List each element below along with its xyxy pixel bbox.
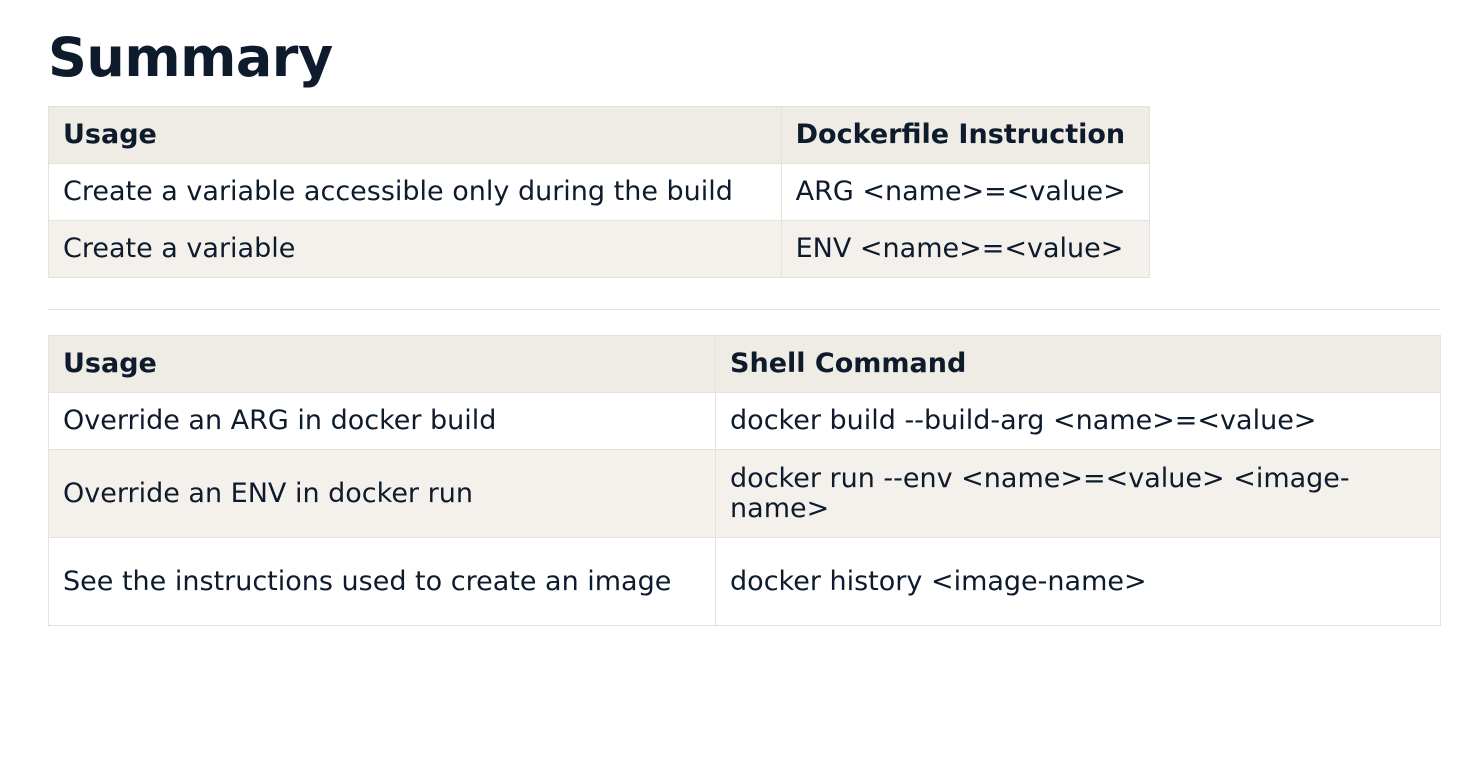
usage-cell: Override an ENV in docker run (47, 449, 717, 538)
table-row: See the instructions used to create an i… (47, 537, 1441, 626)
usage-cell: See the instructions used to create an i… (47, 537, 717, 626)
table-row: Override an ENV in docker run docker run… (47, 449, 1441, 538)
usage-cell: Override an ARG in docker build (47, 392, 717, 450)
table-row: Create a variable accessible only during… (48, 163, 1151, 221)
section-divider (48, 309, 1440, 310)
table-header-row: Usage Shell Command (47, 335, 1441, 393)
shell-commands-table: Usage Shell Command Override an ARG in d… (47, 335, 1441, 626)
usage-cell: Create a variable accessible only during… (48, 163, 782, 221)
usage-cell: Create a variable (48, 220, 782, 278)
table-row: Override an ARG in docker build docker b… (47, 392, 1441, 450)
column-header-dockerfile-instruction: Dockerfile Instruction (780, 106, 1151, 164)
column-header-usage: Usage (47, 335, 717, 393)
column-header-shell-command: Shell Command (715, 335, 1441, 393)
command-cell: docker history <image-name> (715, 537, 1441, 626)
table-header-row: Usage Dockerfile Instruction (48, 106, 1151, 164)
dockerfile-instructions-table: Usage Dockerfile Instruction Create a va… (48, 106, 1151, 278)
column-header-usage: Usage (48, 106, 782, 164)
page-title: Summary (48, 26, 333, 89)
command-cell: docker build --build-arg <name>=<value> (715, 392, 1441, 450)
instruction-cell: ENV <name>=<value> (780, 220, 1151, 278)
command-cell: docker run --env <name>=<value> <image-n… (715, 449, 1441, 538)
table-row: Create a variable ENV <name>=<value> (48, 220, 1151, 278)
instruction-cell: ARG <name>=<value> (780, 163, 1151, 221)
